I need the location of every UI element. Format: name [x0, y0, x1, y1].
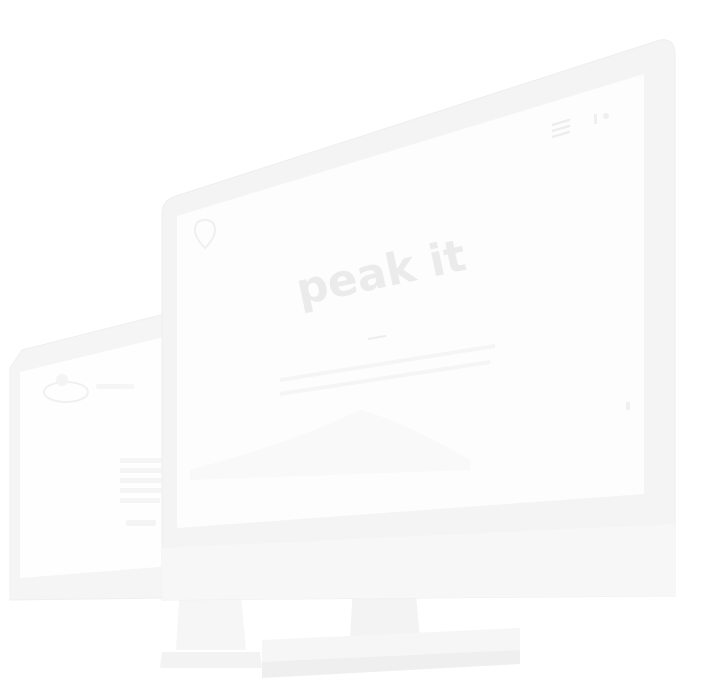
back-monitor-screen: [20, 335, 172, 578]
devices-mockup-scene: peak it: [9, 39, 676, 678]
front-monitor: peak it: [161, 39, 676, 678]
facebook-icon[interactable]: [594, 114, 597, 124]
twitter-icon[interactable]: [603, 113, 609, 119]
scroll-indicator[interactable]: [626, 402, 630, 410]
